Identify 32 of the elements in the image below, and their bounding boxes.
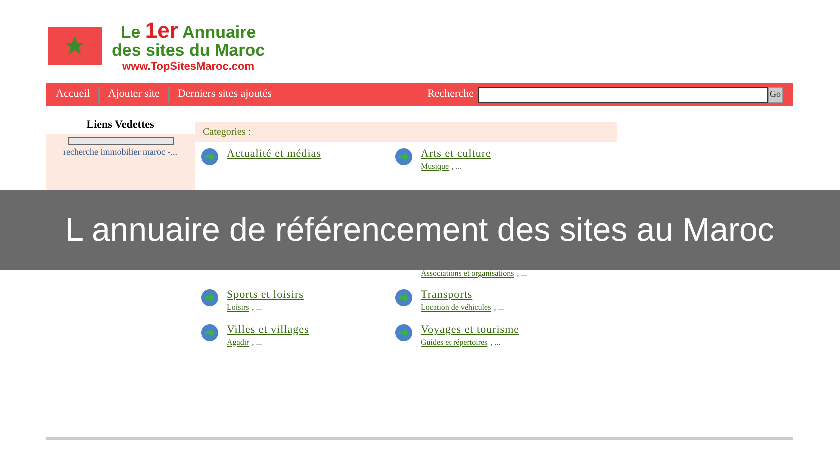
- search-label: Recherche: [428, 87, 474, 102]
- nav-link[interactable]: Derniers sites ajoutés: [178, 86, 272, 103]
- category-link[interactable]: Actualité et médias: [227, 148, 322, 160]
- featured-link[interactable]: recherche immobilier maroc -...: [64, 146, 178, 160]
- subcategory-link[interactable]: Musique: [421, 161, 449, 173]
- category-link[interactable]: Villes et villages: [227, 324, 310, 336]
- flag-icon: [48, 27, 102, 65]
- logo-text: Le 1er Annuaire: [120, 20, 256, 42]
- more-text: , ...: [252, 302, 262, 314]
- subcategory-link[interactable]: Loisirs: [227, 302, 250, 314]
- more-text: , ...: [252, 337, 262, 349]
- subcategory-link[interactable]: Guides et répertoires: [421, 337, 488, 349]
- category-link[interactable]: Voyages et tourisme: [421, 324, 520, 336]
- logo-text: des sites du Maroc: [112, 42, 266, 58]
- more-text: , ...: [494, 302, 504, 314]
- category-link[interactable]: Arts et culture: [421, 148, 492, 160]
- caption-text: L annuaire de référencement des sites au Maroc: [66, 210, 774, 250]
- more-text: , ...: [517, 268, 528, 280]
- nav-link[interactable]: Ajouter site: [108, 86, 160, 103]
- search-field[interactable]: [478, 86, 768, 102]
- subcategory-link[interactable]: Agadir: [227, 337, 250, 349]
- go-button[interactable]: Go: [768, 86, 783, 102]
- subcategory-link[interactable]: Associations et organisations: [421, 268, 514, 280]
- category-link[interactable]: Transports: [421, 289, 504, 301]
- category-link[interactable]: Sports et loisirs: [227, 289, 304, 301]
- more-text: , ...: [452, 161, 462, 173]
- more-text: , ...: [490, 337, 501, 349]
- logo-url: www.TopSitesMaroc.com: [122, 62, 255, 72]
- sidebar-title: Liens Vedettes: [86, 118, 156, 133]
- nav-link[interactable]: Accueil: [56, 86, 90, 103]
- subcategory-link[interactable]: Location de véhicules: [421, 302, 492, 314]
- categories-title: Categories :: [203, 126, 252, 140]
